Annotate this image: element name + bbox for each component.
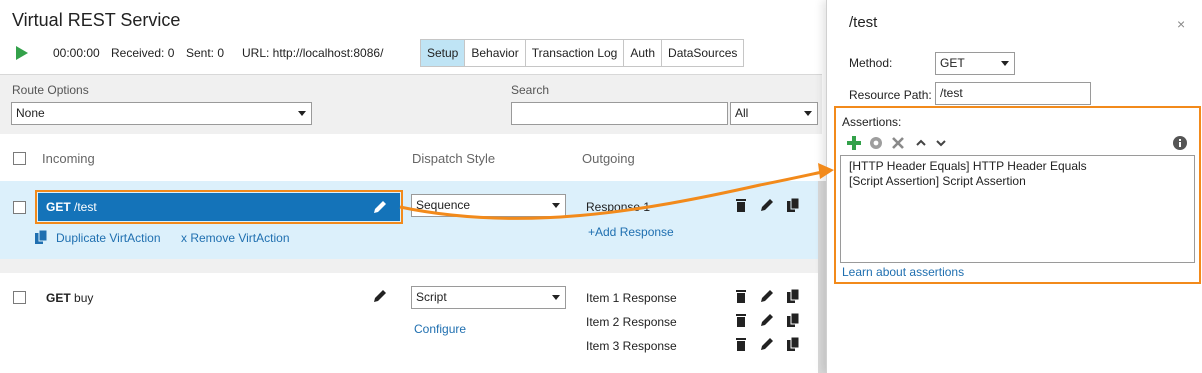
select-all-checkbox[interactable] [13,152,26,165]
chevron-down-icon [298,111,306,116]
search-scope-select[interactable]: All [730,102,818,125]
resource-path-input[interactable]: /test [935,82,1091,105]
duplicate-virtaction-link[interactable]: Duplicate VirtAction [56,231,161,245]
pencil-icon[interactable] [759,288,775,304]
dispatch-style-select[interactable]: Sequence [411,194,566,217]
add-response-link[interactable]: +Add Response [588,225,674,239]
row-separator [0,259,822,273]
route-method: GET [46,291,71,305]
row-checkbox[interactable] [13,201,26,214]
copy-icon[interactable] [785,197,801,213]
elapsed-time: 00:00:00 [53,46,100,60]
chevron-down-icon [552,295,560,300]
search-scope-value: All [735,106,749,120]
play-icon[interactable] [16,46,28,60]
chevron-down-icon [552,203,560,208]
move-down-icon[interactable] [933,135,949,151]
search-label: Search [511,83,550,97]
dispatch-style-select[interactable]: Script [411,286,566,309]
tab-behavior[interactable]: Behavior [465,40,526,66]
virt-action-route-selected[interactable]: GET /test [35,190,403,224]
sent-count: Sent: 0 [186,46,225,60]
tab-auth[interactable]: Auth [624,40,663,66]
scrollbar[interactable] [818,181,826,373]
panel-title: /test [849,14,878,31]
search-input[interactable] [511,102,728,125]
gear-icon[interactable] [868,135,884,151]
route-method: GET [46,200,71,214]
configure-link[interactable]: Configure [414,322,466,336]
pencil-icon[interactable] [759,336,775,352]
column-header-dispatch-style: Dispatch Style [412,151,496,166]
route-options-label: Route Options [12,83,89,97]
trash-icon[interactable] [733,312,749,328]
received-count: Received: 0 [111,46,175,60]
method-select[interactable]: GET [935,52,1015,75]
column-header-incoming: Incoming [42,151,95,166]
route-label[interactable]: GET buy [46,291,93,305]
move-up-icon[interactable] [913,135,929,151]
route-options-value: None [16,106,45,120]
close-icon[interactable]: × [1177,16,1185,32]
route-path: /test [74,200,97,214]
response-item[interactable]: Item 2 Response [586,315,677,329]
method-value: GET [940,56,965,70]
assertions-list[interactable]: [HTTP Header Equals] HTTP Header Equals … [840,155,1195,263]
method-label: Method: [849,56,893,70]
row-checkbox[interactable] [13,291,26,304]
tab-transaction-log[interactable]: Transaction Log [526,40,625,66]
copy-icon[interactable] [785,336,801,352]
tab-datasources[interactable]: DataSources [662,40,743,66]
pencil-icon[interactable] [372,199,388,215]
learn-about-assertions-link[interactable]: Learn about assertions [842,265,964,279]
route-options-select[interactable]: None [11,102,312,125]
remove-virtaction-link[interactable]: x Remove VirtAction [181,231,290,245]
duplicate-icon [35,229,48,244]
chevron-down-icon [1001,61,1009,66]
trash-icon[interactable] [733,288,749,304]
response-item[interactable]: Response 1 [586,200,650,214]
response-item[interactable]: Item 3 Response [586,339,677,353]
route-path: buy [74,291,94,305]
copy-icon[interactable] [785,288,801,304]
info-icon[interactable] [1172,135,1188,151]
dispatch-style-value: Script [416,290,447,304]
service-url: URL: http://localhost:8086/ [242,46,384,60]
copy-icon[interactable] [785,312,801,328]
assertion-item[interactable]: [HTTP Header Equals] HTTP Header Equals [841,159,1194,174]
route-editor-panel: /test × Method: GET Resource Path: /test… [826,0,1202,373]
page-title: Virtual REST Service [12,10,181,30]
pencil-icon[interactable] [759,197,775,213]
column-header-outgoing: Outgoing [582,151,635,166]
assertions-label: Assertions: [842,115,902,129]
filter-bar: Route Options None Search All [0,74,822,134]
assertion-item[interactable]: [Script Assertion] Script Assertion [841,174,1194,189]
pencil-icon[interactable] [372,288,388,304]
trash-icon[interactable] [733,336,749,352]
tab-setup[interactable]: Setup [421,40,466,66]
tab-bar: Setup Behavior Transaction Log Auth Data… [420,39,745,67]
pencil-icon[interactable] [759,312,775,328]
delete-icon[interactable] [890,135,906,151]
virtual-service-editor: Virtual REST Service 00:00:00 Received: … [0,0,826,373]
dispatch-style-value: Sequence [416,198,471,212]
add-icon[interactable] [846,135,862,151]
trash-icon[interactable] [733,197,749,213]
chevron-down-icon [804,111,812,116]
response-item[interactable]: Item 1 Response [586,291,677,305]
resource-path-label: Resource Path: [849,88,932,102]
